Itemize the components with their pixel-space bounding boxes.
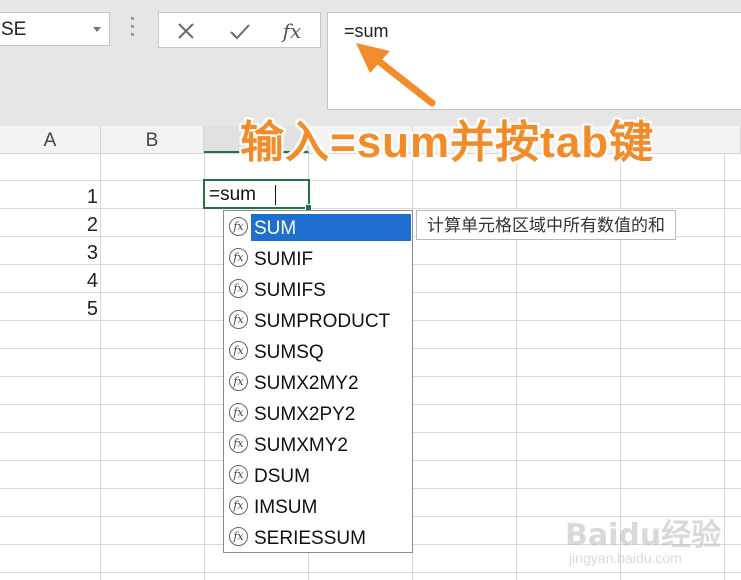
column-header-b[interactable]: B	[101, 126, 204, 153]
autocomplete-item-sumxmy2[interactable]: fx SUMXMY2	[224, 429, 412, 460]
autocomplete-item-sum[interactable]: fx SUM	[224, 212, 412, 243]
autocomplete-item-label: SUMIFS	[254, 280, 326, 301]
column-header-a[interactable]: A	[0, 126, 101, 153]
active-cell[interactable]: =sum	[203, 179, 312, 211]
function-icon: fx	[229, 279, 248, 298]
cell-a1[interactable]: 1	[0, 186, 98, 209]
autocomplete-item-imsum[interactable]: fx IMSUM	[224, 491, 412, 522]
cell-a3[interactable]: 3	[0, 242, 98, 265]
formula-buttons: fx	[158, 12, 321, 48]
autocomplete-item-label: SUM	[251, 214, 411, 241]
cell-a4[interactable]: 4	[0, 270, 98, 293]
autocomplete-item-sumsq[interactable]: fx SUMSQ	[224, 336, 412, 367]
name-box-value: SE	[1, 19, 27, 40]
watermark-url: jingyan.baidu.com	[569, 550, 682, 566]
autocomplete-item-dsum[interactable]: fx DSUM	[224, 460, 412, 491]
function-icon: fx	[229, 434, 248, 453]
function-icon: fx	[229, 248, 248, 267]
cell-a2[interactable]: 2	[0, 214, 98, 237]
autocomplete-item-label: SUMX2PY2	[254, 404, 356, 425]
annotation-arrow-icon	[356, 43, 436, 107]
autocomplete-item-sumx2my2[interactable]: fx SUMX2MY2	[224, 367, 412, 398]
autocomplete-item-sumproduct[interactable]: fx SUMPRODUCT	[224, 305, 412, 336]
autocomplete-item-sumifs[interactable]: fx SUMIFS	[224, 274, 412, 305]
autocomplete-item-sumx2py2[interactable]: fx SUMX2PY2	[224, 398, 412, 429]
autocomplete-item-label: SUMIF	[254, 249, 314, 270]
insert-function-button[interactable]: fx	[279, 19, 305, 43]
enter-check-icon[interactable]	[227, 19, 253, 43]
function-icon: fx	[229, 217, 248, 236]
function-autocomplete-list: fx SUM fx SUMIF fx SUMIFS fx SUMPRODUCT …	[223, 210, 413, 553]
autocomplete-item-label: SUMX2MY2	[254, 373, 359, 394]
cancel-icon[interactable]	[173, 19, 199, 43]
function-icon: fx	[229, 465, 248, 484]
text-caret	[275, 185, 276, 205]
active-cell-text: =sum	[209, 184, 256, 205]
annotation-text: 输入=sum并按tab键	[240, 118, 655, 167]
autocomplete-item-label: IMSUM	[254, 497, 318, 518]
function-tooltip: 计算单元格区域中所有数值的和	[416, 210, 676, 240]
function-icon: fx	[229, 310, 248, 329]
autocomplete-item-sumif[interactable]: fx SUMIF	[224, 243, 412, 274]
name-box[interactable]: SE	[0, 12, 110, 46]
autocomplete-item-label: SUMSQ	[254, 342, 324, 363]
function-icon: fx	[229, 341, 248, 360]
function-icon: fx	[229, 527, 248, 546]
autocomplete-item-label: SUMXMY2	[254, 435, 348, 456]
function-icon: fx	[229, 496, 248, 515]
autocomplete-item-label: SERIESSUM	[254, 528, 366, 549]
cell-a5[interactable]: 5	[0, 298, 98, 321]
autocomplete-item-label: DSUM	[254, 466, 310, 487]
baidu-watermark: Baidu经验 jingyan.baidu.com	[565, 510, 735, 576]
function-icon: fx	[229, 372, 248, 391]
drag-handle-icon[interactable]	[131, 17, 135, 43]
autocomplete-item-label: SUMPRODUCT	[254, 311, 391, 332]
autocomplete-item-seriessum[interactable]: fx SERIESSUM	[224, 522, 412, 553]
function-icon: fx	[229, 403, 248, 422]
chevron-down-icon[interactable]	[93, 27, 101, 32]
watermark-brand: Baidu经验	[565, 518, 722, 553]
